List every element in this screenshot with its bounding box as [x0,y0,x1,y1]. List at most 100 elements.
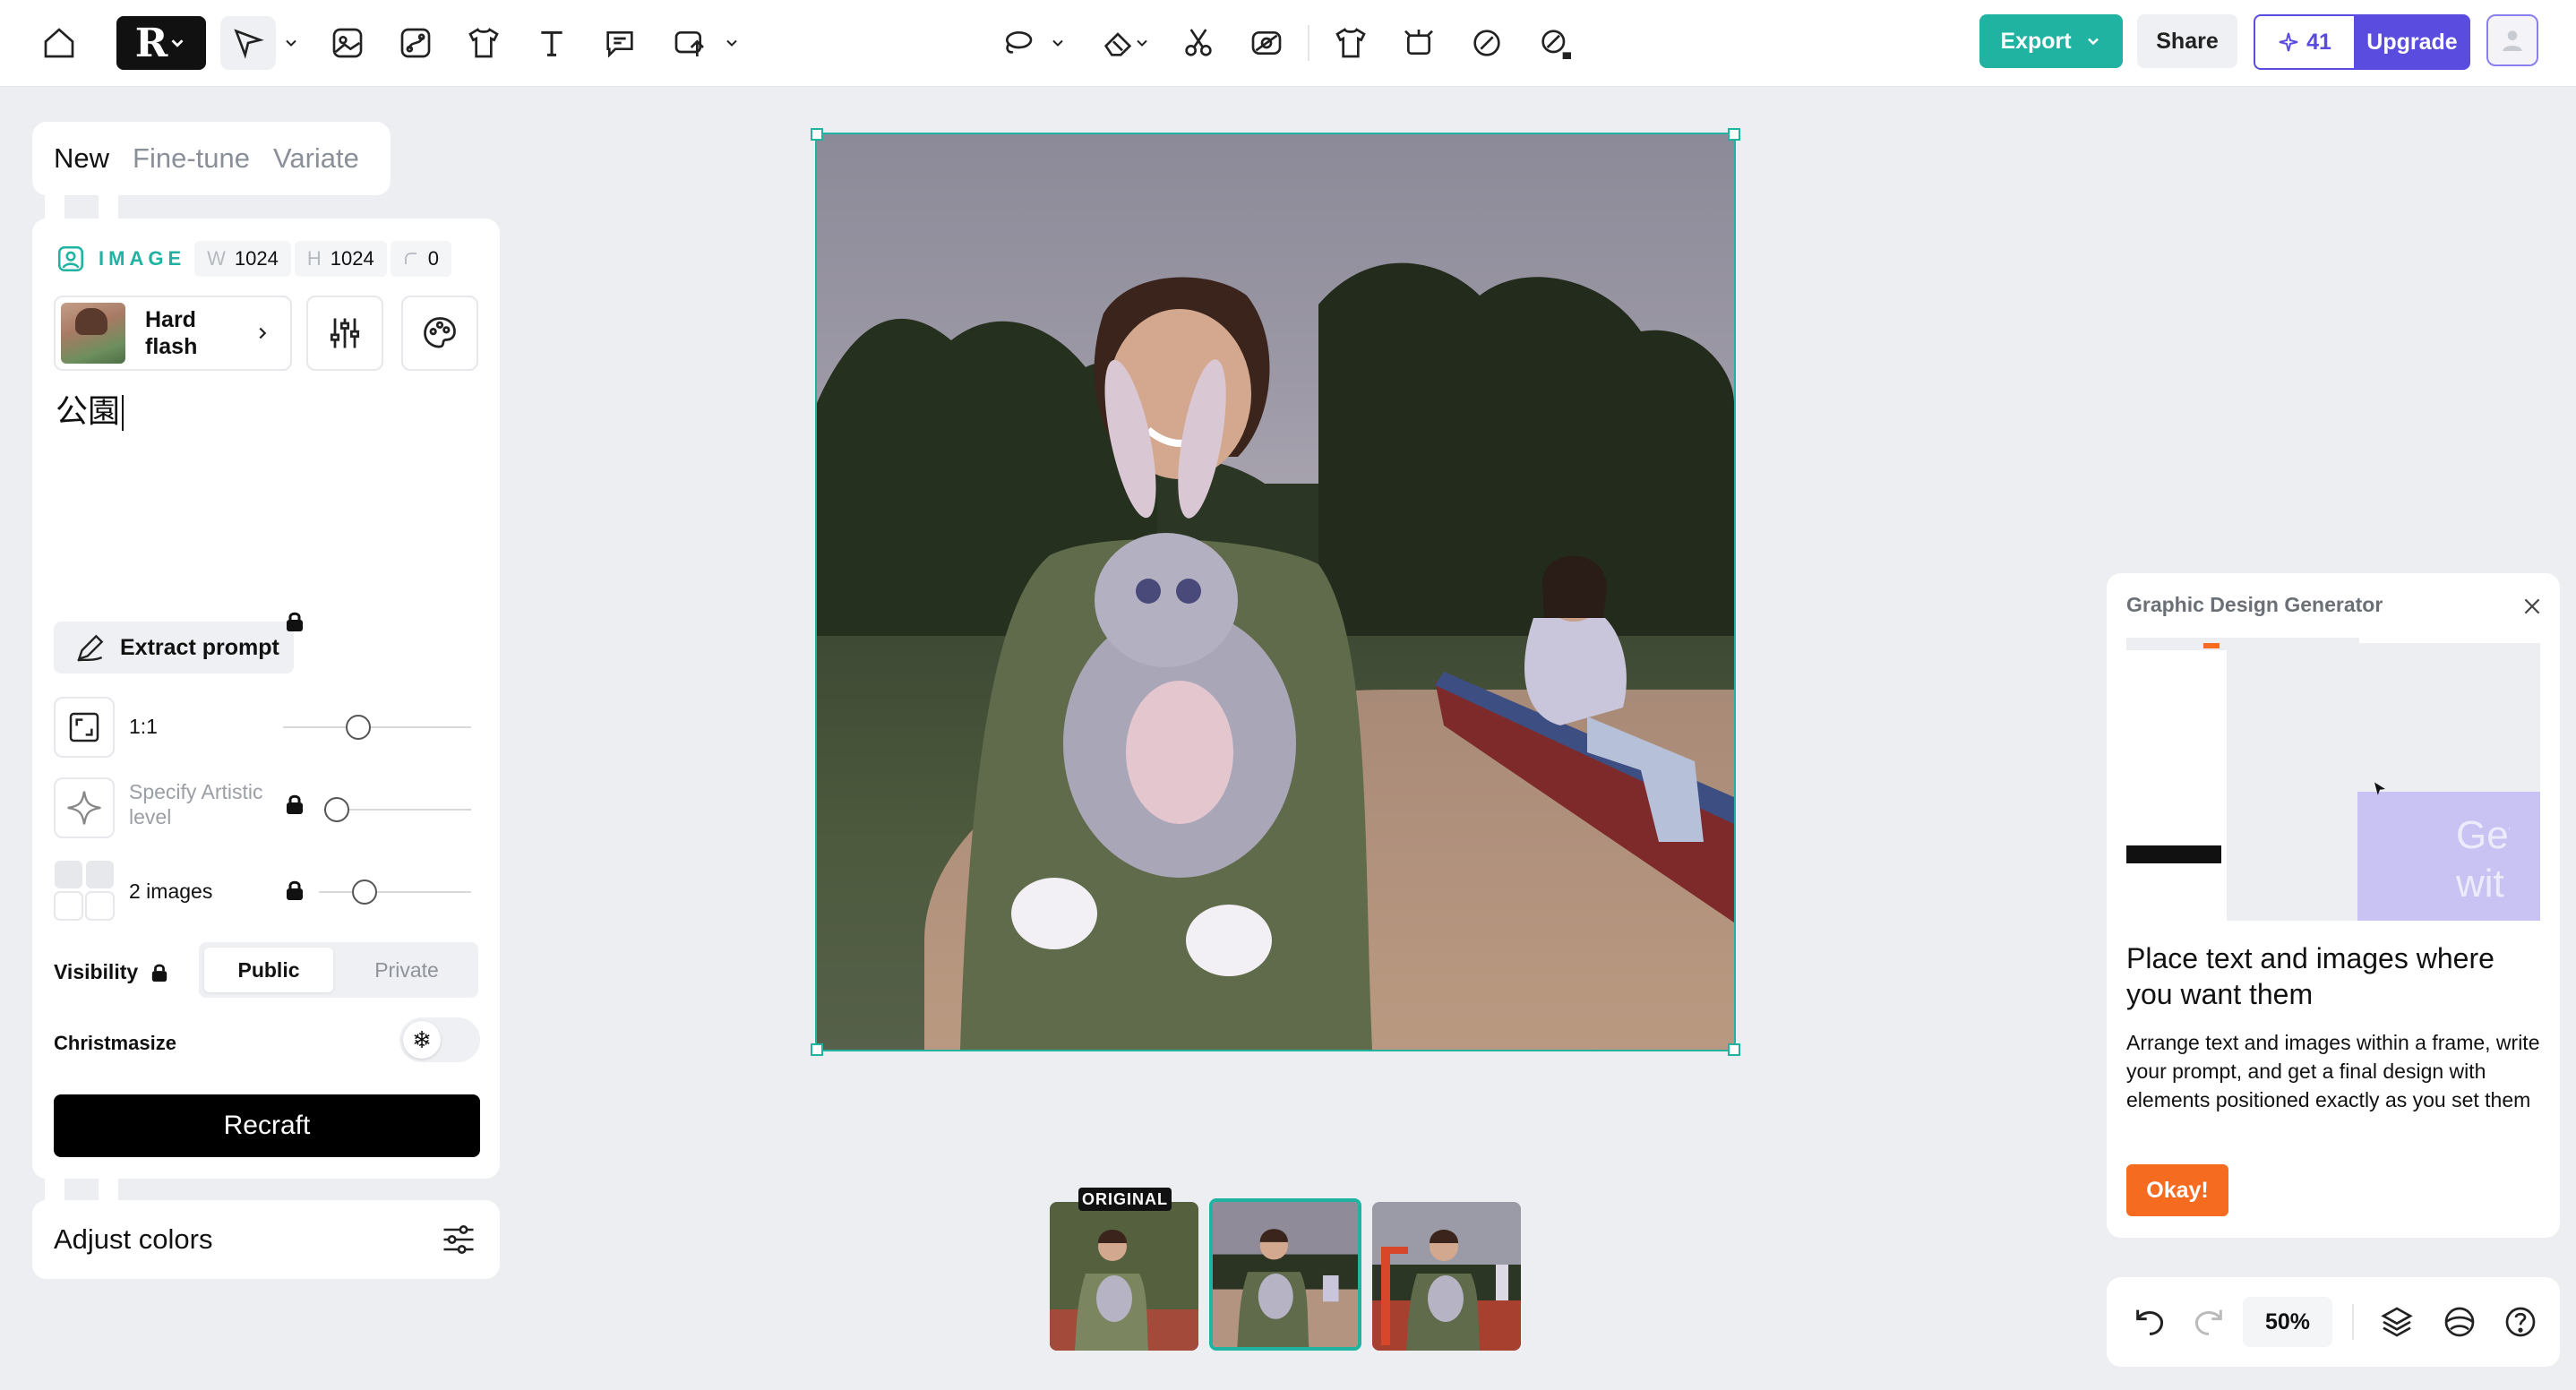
chevron-down-icon[interactable] [720,16,743,70]
artistic-level-button[interactable] [54,777,115,838]
redo-icon[interactable] [2191,1304,2227,1340]
layers-icon[interactable] [2379,1304,2415,1340]
visibility-public-option[interactable]: Public [204,948,333,992]
share-button[interactable]: Share [2137,14,2237,68]
feature-tooltip-card: Graphic Design Generator Get wit Place t… [2107,573,2560,1238]
image-count-knob[interactable] [352,879,377,905]
comment-icon[interactable] [593,16,647,70]
corner-radius-value: 0 [427,247,439,270]
canvas-image[interactable] [815,133,1736,1051]
recraft-label: Recraft [223,1111,311,1140]
height-field[interactable]: H 1024 [294,241,387,277]
recraft-button[interactable]: Recraft [54,1094,480,1157]
bottom-toolbar: 50% [2107,1277,2560,1367]
cursor-icon [2374,782,2385,795]
upgrade-button[interactable]: Upgrade [2354,14,2470,70]
preview-text: Get wit [2456,813,2510,905]
aspect-ratio-button[interactable] [54,697,115,758]
lock-icon [285,611,305,632]
image-count-slider[interactable] [319,879,471,905]
close-icon[interactable] [2520,595,2544,618]
toolbar-divider [1308,25,1309,61]
tab-fine-tune[interactable]: Fine-tune [133,142,250,175]
artistic-level-knob[interactable] [323,797,349,822]
export-label: Export [2000,28,2072,54]
expand-icon[interactable] [1394,16,1444,70]
vector-tool-icon[interactable] [389,16,442,70]
lock-icon [285,879,305,901]
magic-brush-icon[interactable] [1462,16,1512,70]
mode-tabs: New Fine-tune Variate [32,122,391,195]
user-avatar[interactable] [2486,14,2538,66]
okay-button[interactable]: Okay! [2126,1164,2228,1216]
preview-frame: Get wit [2357,792,2540,921]
tab-new[interactable]: New [54,142,109,175]
style-selector[interactable]: Hard flash [54,296,292,371]
project-menu-button[interactable]: R [116,16,206,70]
width-field[interactable]: W 1024 [194,241,291,277]
artistic-level-slider[interactable] [323,797,471,822]
corner-radius-field[interactable]: 0 [390,241,451,277]
visibility-toggle: Public Private [199,942,478,998]
chevron-down-icon[interactable] [1046,16,1069,70]
variant-thumbnail[interactable] [1372,1202,1521,1351]
thumbnail-image [1372,1202,1521,1351]
shirt-icon[interactable] [1326,16,1376,70]
prompt-text: 公園 [56,393,121,430]
variant-thumbnail-selected[interactable] [1209,1198,1361,1351]
panel-connector [45,195,64,220]
remove-background-icon[interactable] [1241,16,1292,70]
style-name: Hard flash [145,307,198,359]
thumbnail-image [1050,1202,1198,1351]
resize-handle-bottom-right[interactable] [1728,1043,1740,1056]
visibility-private-option[interactable]: Private [342,948,471,992]
image-count-button[interactable] [54,860,115,921]
chevron-down-icon [2087,38,2099,46]
style-settings-button[interactable] [306,296,383,371]
variant-thumbnail-original[interactable] [1050,1202,1198,1351]
aspect-ratio-knob[interactable] [346,715,371,740]
lock-icon [151,964,167,982]
mockup-shirt-icon[interactable] [457,16,511,70]
user-icon [2503,30,2522,51]
original-badge: ORIGINAL [1078,1188,1172,1211]
text-tool-icon[interactable] [525,16,579,70]
undo-icon[interactable] [2132,1304,2168,1340]
aspect-ratio-label: 1:1 [129,715,158,738]
community-icon[interactable] [2442,1304,2477,1340]
scissors-icon[interactable] [1173,16,1224,70]
chevron-down-icon[interactable] [1130,16,1154,70]
export-button[interactable]: Export [1979,14,2123,68]
style-thumbnail [61,303,125,364]
color-palette-button[interactable] [401,296,478,371]
thumbnail-image [1213,1202,1358,1347]
resize-handle-top-right[interactable] [1728,128,1740,141]
select-tool-button[interactable] [220,16,276,70]
prompt-input[interactable]: 公園 [56,385,125,432]
lasso-icon[interactable] [992,16,1043,70]
adjust-colors-panel[interactable]: Adjust colors [32,1200,500,1279]
chevron-down-icon[interactable] [279,16,303,70]
image-tool-icon[interactable] [321,16,374,70]
credits-badge[interactable]: 41 [2254,14,2354,70]
artistic-level-label: Specify Artistic level [129,780,263,828]
image-grid-icon [54,861,115,921]
image-type-label[interactable]: IMAGE [99,247,185,270]
locked-tool-icon[interactable] [1528,16,1582,70]
christmasize-toggle[interactable]: ❄ [399,1017,480,1062]
sliders-icon [443,1225,474,1254]
resize-handle-bottom-left[interactable] [811,1043,823,1056]
help-icon[interactable] [2503,1304,2538,1340]
extract-prompt-button[interactable]: Extract prompt [54,622,294,674]
home-icon[interactable] [32,16,86,70]
sliders-icon [330,318,360,348]
image-type-icon [57,245,84,272]
aspect-ratio-slider[interactable] [283,715,471,740]
visibility-label: Visibility [54,960,139,983]
upload-image-icon[interactable] [663,16,717,70]
zoom-level[interactable]: 50% [2243,1297,2332,1347]
sparkle-icon [2279,32,2298,52]
resize-handle-top-left[interactable] [811,128,823,141]
tab-variate[interactable]: Variate [273,142,359,175]
tooltip-title: Graphic Design Generator [2126,593,2383,616]
